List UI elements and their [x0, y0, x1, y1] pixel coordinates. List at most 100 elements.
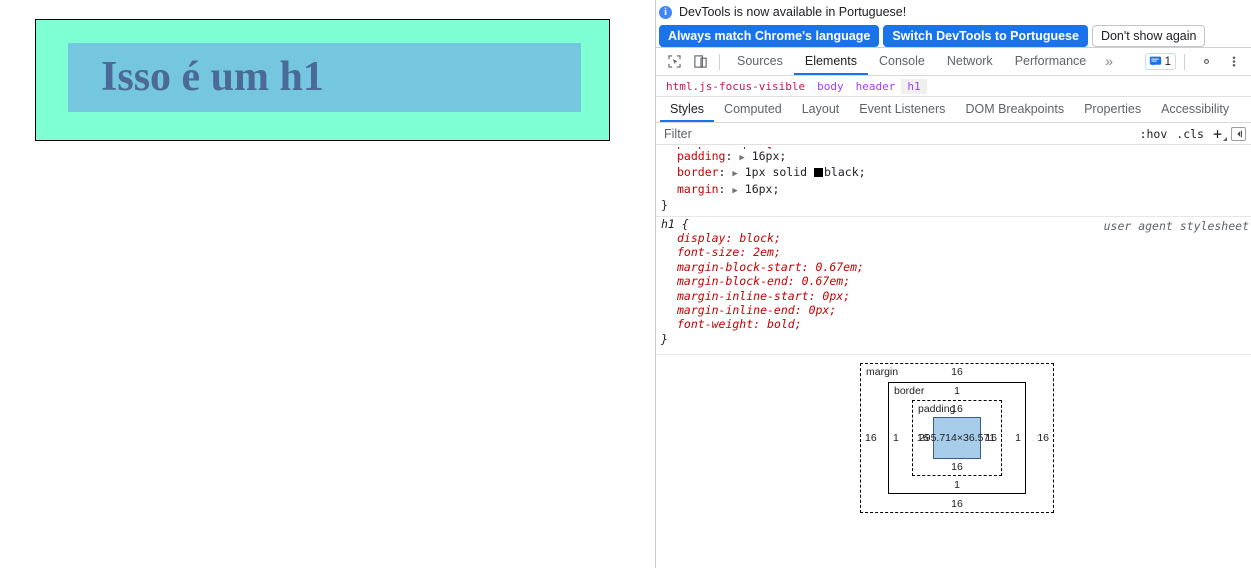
dont-show-again-button[interactable]: Don't show again [1091, 25, 1206, 47]
declaration-margin-block-start[interactable]: margin-block-start: 0.67em; [656, 260, 1251, 274]
border-left-value[interactable]: 1 [893, 432, 899, 444]
gear-icon[interactable] [1193, 50, 1219, 74]
declaration-font-size[interactable]: font-size: 2em; [656, 245, 1251, 259]
declaration-value[interactable]: 16px [745, 182, 773, 196]
declaration-value[interactable]: 2em [753, 245, 774, 259]
hov-states-button[interactable]: :hov [1140, 127, 1168, 141]
inspect-element-icon[interactable] [661, 50, 687, 74]
devtools-main-toolbar: Sources Elements Console Network Perform… [656, 48, 1251, 76]
infobar-button-row: Always match Chrome's language Switch De… [656, 21, 1251, 47]
breadcrumb-item-h1[interactable]: h1 [901, 78, 927, 94]
style-rule-h1-useragent[interactable]: user agent stylesheet h1 { display: bloc… [656, 215, 1251, 350]
info-icon: i [659, 5, 672, 19]
declaration-value[interactable]: 0px [809, 303, 830, 317]
declaration-property: font-size [677, 245, 740, 260]
declaration-font-weight[interactable]: font-weight: bold; [656, 317, 1251, 331]
new-style-rule-button[interactable]: + [1212, 124, 1227, 143]
styles-filter-input[interactable] [662, 125, 1096, 142]
tab-layout[interactable]: Layout [792, 97, 850, 122]
device-toolbar-icon[interactable] [687, 50, 713, 74]
box-model-content-size[interactable]: 295.714×36.571 [919, 417, 995, 459]
screenshot-root: Isso é um h1 i DevTools is now available… [0, 0, 1251, 568]
toolbar-divider-right [1184, 53, 1185, 70]
rule-origin-label: user agent stylesheet [1103, 218, 1249, 233]
declaration-margin-block-end[interactable]: margin-block-end: 0.67em; [656, 274, 1251, 288]
margin-top-value[interactable]: 16 [861, 366, 1053, 378]
tab-properties[interactable]: Properties [1074, 97, 1151, 122]
element-classes-button[interactable]: .cls [1176, 127, 1204, 141]
toggle-sidebar-icon[interactable] [1231, 126, 1246, 141]
padding-top-value[interactable]: 16 [913, 403, 1001, 415]
styles-rules-pane[interactable]: background-color: padding: ▶ 16px; borde… [656, 145, 1251, 359]
tab-styles[interactable]: Styles [660, 97, 715, 122]
declaration-border[interactable]: border: ▶ 1px solid black; [656, 165, 1251, 181]
rules-bottom-divider [656, 354, 1251, 356]
expand-triangle-icon[interactable]: ▶ [732, 186, 737, 196]
styles-filter-row: :hov .cls + [656, 123, 1251, 145]
padding-left-value[interactable]: 16 [917, 432, 929, 444]
declaration-margin[interactable]: margin: ▶ 16px; [656, 182, 1251, 198]
box-model-section: margin 16 16 16 16 border 1 1 1 1 paddin… [656, 359, 1251, 568]
border-top-value[interactable]: 1 [889, 385, 1025, 397]
padding-right-value[interactable]: 16 [985, 432, 997, 444]
padding-bottom-value[interactable]: 16 [913, 461, 1001, 473]
tab-event-listeners[interactable]: Event Listeners [849, 97, 955, 122]
declaration-display[interactable]: display: block; [656, 231, 1251, 245]
infobar-message-text: DevTools is now available in Portuguese! [679, 5, 907, 19]
declaration-value[interactable]: block [739, 231, 774, 245]
toolbar-right-actions: 1 [1144, 48, 1247, 75]
expand-triangle-icon[interactable]: ▶ [732, 169, 737, 179]
tab-computed[interactable]: Computed [714, 97, 792, 122]
box-model-padding-layer[interactable]: padding 16 16 16 16 295.714×36.571 [912, 400, 1002, 476]
declaration-value[interactable]: black [824, 165, 859, 179]
expand-triangle-icon[interactable]: ▶ [739, 153, 744, 163]
tab-network[interactable]: Network [936, 48, 1004, 75]
more-tabs-chevron-icon[interactable]: » [1097, 48, 1121, 75]
color-swatch-black[interactable] [814, 168, 823, 178]
style-rule-header[interactable]: padding: ▶ 16px; border: ▶ 1px solid bla… [656, 149, 1251, 216]
styles-filter-actions: :hov .cls + [1140, 124, 1246, 143]
toolbar-divider [719, 53, 720, 70]
declaration-value[interactable]: 0.67em [815, 260, 857, 274]
declaration-property: margin-inline-start [677, 288, 809, 303]
styles-sidebar-tabs: Styles Computed Layout Event Listeners D… [656, 97, 1251, 123]
tab-elements[interactable]: Elements [793, 48, 868, 75]
border-right-value[interactable]: 1 [1015, 432, 1021, 444]
breadcrumb-item-header[interactable]: header [850, 79, 902, 94]
declaration-value[interactable]: bold [767, 317, 795, 331]
declaration-property: font-weight [677, 317, 754, 332]
caret-icon [1223, 136, 1227, 141]
declaration-margin-inline-end[interactable]: margin-inline-end: 0px; [656, 303, 1251, 317]
box-model-margin-layer[interactable]: margin 16 16 16 16 border 1 1 1 1 paddin… [860, 363, 1054, 513]
tab-performance[interactable]: Performance [1004, 48, 1098, 75]
tab-dom-breakpoints[interactable]: DOM Breakpoints [955, 97, 1074, 122]
breadcrumb-item-body[interactable]: body [811, 79, 850, 94]
declaration-property: padding [677, 149, 726, 163]
issues-badge[interactable]: 1 [1144, 53, 1176, 70]
box-model-border-layer[interactable]: border 1 1 1 1 padding 16 16 16 16 295.7… [888, 382, 1026, 494]
page-header-element: Isso é um h1 [35, 19, 610, 141]
dom-breadcrumb: html.js-focus-visible body header h1 [656, 76, 1251, 97]
declaration-property: border [677, 165, 719, 180]
kebab-menu-icon[interactable] [1221, 50, 1247, 74]
declaration-value[interactable]: 0px [822, 289, 843, 303]
border-bottom-value[interactable]: 1 [889, 479, 1025, 491]
always-match-language-button[interactable]: Always match Chrome's language [659, 25, 880, 47]
plus-icon: + [1212, 124, 1222, 143]
breadcrumb-item-html[interactable]: html.js-focus-visible [660, 79, 811, 94]
declaration-padding[interactable]: padding: ▶ 16px; [656, 149, 1251, 165]
tab-console[interactable]: Console [868, 48, 936, 75]
margin-bottom-value[interactable]: 16 [861, 498, 1053, 510]
declaration-value[interactable]: 0.67em [802, 274, 844, 288]
declaration-property: margin-block-end [677, 274, 788, 289]
tab-sources[interactable]: Sources [726, 48, 794, 75]
switch-devtools-language-button[interactable]: Switch DevTools to Portuguese [883, 25, 1088, 47]
margin-right-value[interactable]: 16 [1037, 432, 1049, 444]
devtools-language-infobar: i DevTools is now available in Portugues… [656, 0, 1251, 48]
declaration-value[interactable]: 16px [752, 149, 780, 163]
declaration-property: display [677, 231, 726, 246]
margin-left-value[interactable]: 16 [865, 432, 877, 444]
declaration-margin-inline-start[interactable]: margin-inline-start: 0px; [656, 289, 1251, 303]
declaration-property: margin [677, 181, 719, 196]
tab-accessibility[interactable]: Accessibility [1151, 97, 1239, 122]
